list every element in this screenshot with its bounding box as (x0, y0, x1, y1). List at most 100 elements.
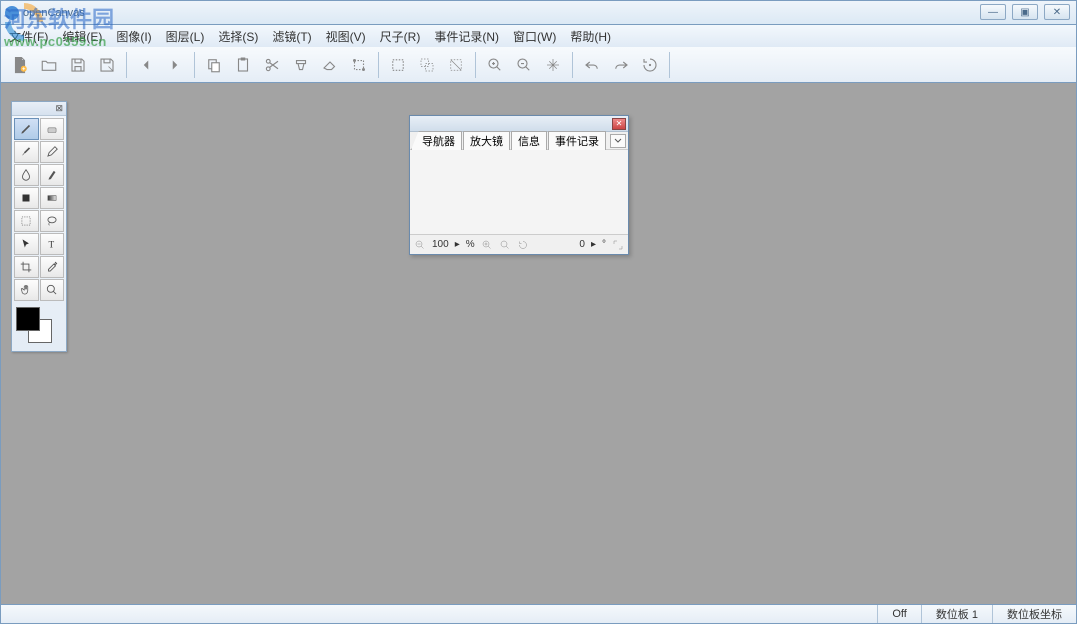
maximize-button[interactable]: ▣ (1012, 4, 1038, 20)
tab-navigator[interactable]: 导航器 (411, 131, 462, 150)
clear-button[interactable] (288, 52, 314, 78)
eraser-button[interactable] (317, 52, 343, 78)
eraser-tool[interactable] (40, 118, 65, 140)
navigator-panel: ✕ 导航器 放大镜 信息 事件记录 100 ▸ % 0 ▸ ° (409, 115, 629, 255)
sparkle-icon (544, 56, 562, 74)
tool-palette: ⊠ T (11, 101, 67, 352)
statusbar: Off 数位板 1 数位板坐标 (0, 605, 1077, 624)
select-rect-tool[interactable] (14, 210, 39, 232)
minimize-button[interactable]: — (980, 4, 1006, 20)
titlebar: openCanvas — ▣ ✕ (0, 0, 1077, 25)
drop-icon (19, 168, 33, 182)
navigator-footer: 100 ▸ % 0 ▸ ° (410, 234, 628, 254)
select-rect-button[interactable] (385, 52, 411, 78)
save-button[interactable] (65, 52, 91, 78)
menu-select[interactable]: 选择(S) (218, 28, 258, 45)
nav-next-button[interactable] (162, 52, 188, 78)
nav-zoom-unit: % (464, 239, 477, 250)
tool-palette-header[interactable]: ⊠ (12, 102, 66, 116)
select-add-button[interactable] (414, 52, 440, 78)
lasso-icon (45, 214, 59, 228)
redo-icon (612, 56, 630, 74)
nav-angle-arrow[interactable]: ▸ (589, 239, 598, 250)
paste-button[interactable] (230, 52, 256, 78)
watercolor-tool[interactable] (14, 164, 39, 186)
menu-image[interactable]: 图像(I) (116, 28, 151, 45)
rotate-ccw-icon (517, 239, 529, 251)
select-invert-button[interactable] (443, 52, 469, 78)
transform-button[interactable] (346, 52, 372, 78)
chevron-down-icon (613, 136, 623, 146)
zoom-out-button[interactable] (511, 52, 537, 78)
tab-event-log[interactable]: 事件记录 (548, 131, 606, 150)
chevron-right-icon (166, 56, 184, 74)
menu-window[interactable]: 窗口(W) (513, 28, 556, 45)
menu-edit[interactable]: 编辑(E) (62, 28, 102, 45)
zoom-fit-icon (499, 239, 511, 251)
tab-magnifier[interactable]: 放大镜 (463, 131, 510, 150)
menu-help[interactable]: 帮助(H) (570, 28, 611, 45)
move-tool[interactable] (14, 233, 39, 255)
new-file-button[interactable] (7, 52, 33, 78)
expand-icon (612, 239, 624, 251)
eyedropper-icon (45, 260, 59, 274)
marker-tool[interactable] (40, 164, 65, 186)
pencil-tool[interactable] (14, 118, 39, 140)
copy-icon (205, 56, 223, 74)
text-tool[interactable]: T (40, 233, 65, 255)
nav-prev-button[interactable] (133, 52, 159, 78)
eraser-icon (321, 56, 339, 74)
foreground-color-swatch[interactable] (16, 307, 40, 331)
crop-icon (19, 260, 33, 274)
copy-button[interactable] (201, 52, 227, 78)
gradient-tool[interactable] (40, 187, 65, 209)
save-as-button[interactable] (94, 52, 120, 78)
undo-button[interactable] (579, 52, 605, 78)
navigator-close-button[interactable]: ✕ (612, 118, 626, 130)
open-file-button[interactable] (36, 52, 62, 78)
bucket-tool[interactable] (14, 187, 39, 209)
brush-icon (19, 145, 33, 159)
zoom-in-button[interactable] (482, 52, 508, 78)
new-file-icon (11, 56, 29, 74)
cut-button[interactable] (259, 52, 285, 78)
nav-rotate-ccw-button[interactable] (515, 237, 531, 253)
brush-tool[interactable] (14, 141, 39, 163)
select-add-icon (418, 56, 436, 74)
crop-tool[interactable] (14, 256, 39, 278)
nav-zoom-out-button[interactable] (412, 237, 428, 253)
eyedropper-tool[interactable] (40, 256, 65, 278)
fit-screen-button[interactable] (540, 52, 566, 78)
menu-layer[interactable]: 图层(L) (166, 28, 205, 45)
navigator-tab-menu[interactable] (610, 134, 626, 148)
menu-view[interactable]: 视图(V) (326, 28, 366, 45)
hand-icon (19, 283, 33, 297)
app-icon (5, 6, 19, 20)
history-button[interactable] (637, 52, 663, 78)
zoom-out-icon (515, 56, 533, 74)
hand-tool[interactable] (14, 279, 39, 301)
close-button[interactable]: ✕ (1044, 4, 1070, 20)
zoom-tool[interactable] (40, 279, 65, 301)
menu-ruler[interactable]: 尺子(R) (380, 28, 421, 45)
menu-event[interactable]: 事件记录(N) (434, 28, 499, 45)
nav-zoom-fit-button[interactable] (497, 237, 513, 253)
pen-icon (45, 145, 59, 159)
tab-info[interactable]: 信息 (511, 131, 547, 150)
gradient-icon (45, 191, 59, 205)
navigator-header[interactable]: ✕ (410, 116, 628, 132)
redo-button[interactable] (608, 52, 634, 78)
nav-zoom-in-button[interactable] (479, 237, 495, 253)
menu-file[interactable]: 文件(F) (9, 28, 48, 45)
tool-palette-close-icon[interactable]: ⊠ (55, 103, 63, 114)
menu-filter[interactable]: 滤镜(T) (272, 28, 311, 45)
nav-zoom-arrow[interactable]: ▸ (453, 239, 462, 250)
magnifier-icon (45, 283, 59, 297)
lasso-tool[interactable] (40, 210, 65, 232)
fill-icon (19, 191, 33, 205)
status-tablet: 数位板 1 (921, 605, 992, 623)
pen-tool[interactable] (40, 141, 65, 163)
nav-expand-button[interactable] (610, 237, 626, 253)
folder-open-icon (40, 56, 58, 74)
select-rect-icon (389, 56, 407, 74)
